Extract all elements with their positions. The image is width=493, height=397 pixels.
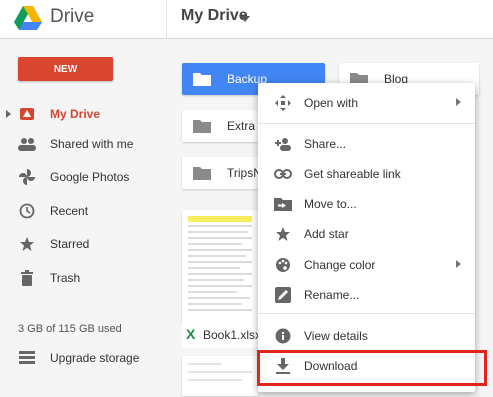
- sidebar-item-label: Shared with me: [50, 137, 134, 151]
- move-arrows-icon: [274, 94, 292, 112]
- folder-card-trips[interactable]: TripsN: [182, 157, 258, 189]
- clock-icon: [18, 202, 36, 220]
- chevron-right-icon: [456, 260, 461, 268]
- sidebar-item-label: Starred: [50, 237, 90, 251]
- add-person-icon: [274, 135, 292, 153]
- sidebar-item-label: My Drive: [50, 107, 101, 121]
- menu-divider: [258, 123, 475, 124]
- menu-item-get-link[interactable]: Get shareable link: [258, 159, 475, 189]
- palette-icon: [274, 256, 292, 274]
- sheets-icon: X: [186, 326, 196, 342]
- upgrade-storage-link[interactable]: Upgrade storage: [0, 345, 166, 371]
- menu-item-open-with[interactable]: Open with: [258, 88, 475, 118]
- menu-item-move-to[interactable]: Move to...: [258, 189, 475, 219]
- menu-item-label: View details: [304, 329, 368, 343]
- menu-item-label: Rename...: [304, 288, 360, 302]
- menu-item-rename[interactable]: Rename...: [258, 280, 475, 310]
- info-icon: [274, 327, 292, 345]
- file-thumbnail[interactable]: [182, 356, 258, 396]
- sidebar-item-label: Recent: [50, 204, 89, 218]
- folder-label: Extra f: [227, 119, 258, 133]
- folder-card-extra[interactable]: Extra f: [182, 110, 258, 142]
- rename-icon: [274, 286, 292, 304]
- file-name: Book1.xlsx: [203, 328, 262, 342]
- document-preview: [188, 363, 252, 381]
- drive-logo-icon[interactable]: [14, 5, 42, 31]
- expand-arrow-icon[interactable]: [6, 110, 11, 118]
- menu-item-view-details[interactable]: View details: [258, 321, 475, 351]
- chevron-right-icon: [456, 98, 461, 106]
- spreadsheet-preview: [188, 216, 252, 311]
- sidebar-item-shared-with-me[interactable]: Shared with me: [0, 129, 166, 159]
- storage-usage: 3 GB of 115 GB used: [18, 323, 122, 335]
- sidebar-item-label: Google Photos: [50, 170, 130, 184]
- people-icon: [18, 135, 36, 153]
- menu-item-label: Open with: [304, 96, 359, 110]
- folder-icon: [193, 167, 211, 180]
- upgrade-storage-label: Upgrade storage: [50, 351, 140, 365]
- storage-icon: [18, 349, 36, 367]
- file-name-row[interactable]: X Book1.xlsx: [182, 322, 262, 348]
- file-thumbnail[interactable]: [182, 210, 258, 322]
- folder-icon: [193, 73, 211, 86]
- folder-label: TripsN: [227, 166, 258, 180]
- top-bar: Drive My Drive: [0, 0, 493, 39]
- sidebar-item-label: Trash: [50, 271, 81, 285]
- sidebar-item-starred[interactable]: Starred: [0, 229, 166, 259]
- chevron-down-icon[interactable]: [240, 16, 250, 22]
- location-title[interactable]: My Drive: [181, 7, 248, 25]
- folder-move-icon: [274, 195, 292, 213]
- star-icon: [18, 235, 36, 253]
- sidebar-item-recent[interactable]: Recent: [0, 196, 166, 226]
- sidebar-item-my-drive[interactable]: My Drive: [0, 99, 166, 129]
- pinwheel-icon: [18, 168, 36, 186]
- menu-item-label: Move to...: [304, 197, 357, 211]
- menu-item-label: Share...: [304, 137, 347, 151]
- menu-item-label: Change color: [304, 258, 376, 272]
- context-menu: Open with Share... Get shareable link Mo…: [258, 83, 475, 392]
- menu-item-change-color[interactable]: Change color: [258, 250, 475, 280]
- menu-divider: [258, 313, 475, 314]
- download-highlight-box: [257, 350, 487, 386]
- link-icon: [274, 165, 292, 183]
- app-name: Drive: [50, 6, 95, 27]
- drive-icon: [18, 105, 36, 123]
- sidebar-item-trash[interactable]: Trash: [0, 263, 166, 293]
- trash-icon: [18, 269, 36, 287]
- menu-item-add-star[interactable]: Add star: [258, 219, 475, 249]
- menu-item-share[interactable]: Share...: [258, 129, 475, 159]
- new-button[interactable]: NEW: [18, 57, 113, 81]
- menu-item-label: Get shareable link: [304, 167, 401, 181]
- star-icon: [274, 225, 292, 243]
- menu-item-label: Add star: [304, 227, 349, 241]
- sidebar-item-google-photos[interactable]: Google Photos: [0, 162, 166, 192]
- folder-icon: [193, 120, 211, 133]
- title-divider: [166, 0, 167, 38]
